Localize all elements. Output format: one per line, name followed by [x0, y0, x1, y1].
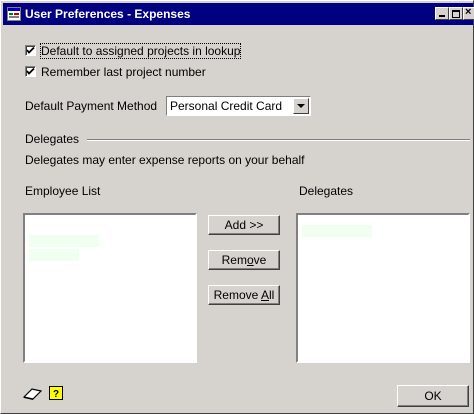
remove-all-label-part: Remove [213, 288, 261, 302]
payment-method-value: Personal Credit Card [170, 99, 283, 113]
window-app-icon [7, 7, 21, 21]
delegates-description: Delegates may enter expense reports on y… [25, 153, 305, 167]
list-item[interactable] [302, 225, 372, 237]
minimize-button[interactable] [435, 7, 449, 20]
delegates-divider [87, 139, 470, 141]
delegates-list-label: Delegates [299, 184, 354, 198]
svg-text:?: ? [53, 389, 59, 400]
remove-all-mnemonic: A [261, 288, 270, 302]
eraser-icon[interactable] [22, 387, 43, 404]
close-button[interactable]: × [463, 6, 474, 20]
title-bar[interactable]: User Preferences - Expenses × [3, 3, 474, 25]
payment-method-select[interactable]: Personal Credit Card [166, 96, 311, 116]
maximize-button[interactable] [449, 7, 463, 20]
employee-listbox[interactable] [23, 213, 197, 363]
help-icon[interactable]: ? [49, 386, 63, 403]
list-item[interactable] [29, 249, 79, 261]
payment-method-label: Default Payment Method [25, 99, 158, 113]
add-button[interactable]: Add >> [208, 215, 280, 235]
delegates-heading: Delegates [25, 132, 80, 146]
close-icon: × [465, 6, 472, 18]
remove-label-part: ve [253, 253, 267, 267]
dropdown-button[interactable] [293, 98, 309, 114]
remove-button[interactable]: Remove [208, 250, 280, 270]
employee-list-label: Employee List [25, 184, 101, 198]
default-assigned-label[interactable]: Default to assigned projects in lookup [39, 43, 242, 59]
delegates-listbox[interactable] [296, 213, 470, 363]
checkmark-icon [26, 46, 35, 54]
remove-mnemonic: o [246, 253, 254, 267]
chevron-down-icon [297, 104, 305, 108]
default-assigned-checkbox[interactable] [25, 45, 36, 56]
remove-label-part: Rem [221, 253, 247, 267]
list-item[interactable] [29, 235, 99, 247]
ok-button[interactable]: OK [397, 385, 469, 407]
window-title: User Preferences - Expenses [25, 7, 191, 21]
remember-last-checkbox[interactable] [25, 66, 36, 77]
remember-last-label[interactable]: Remember last project number [41, 65, 206, 79]
user-preferences-window: User Preferences - Expenses × Default to… [0, 0, 474, 414]
checkmark-icon [26, 67, 35, 75]
remove-all-button[interactable]: Remove All [208, 285, 280, 305]
remove-all-label-part: ll [269, 288, 275, 302]
